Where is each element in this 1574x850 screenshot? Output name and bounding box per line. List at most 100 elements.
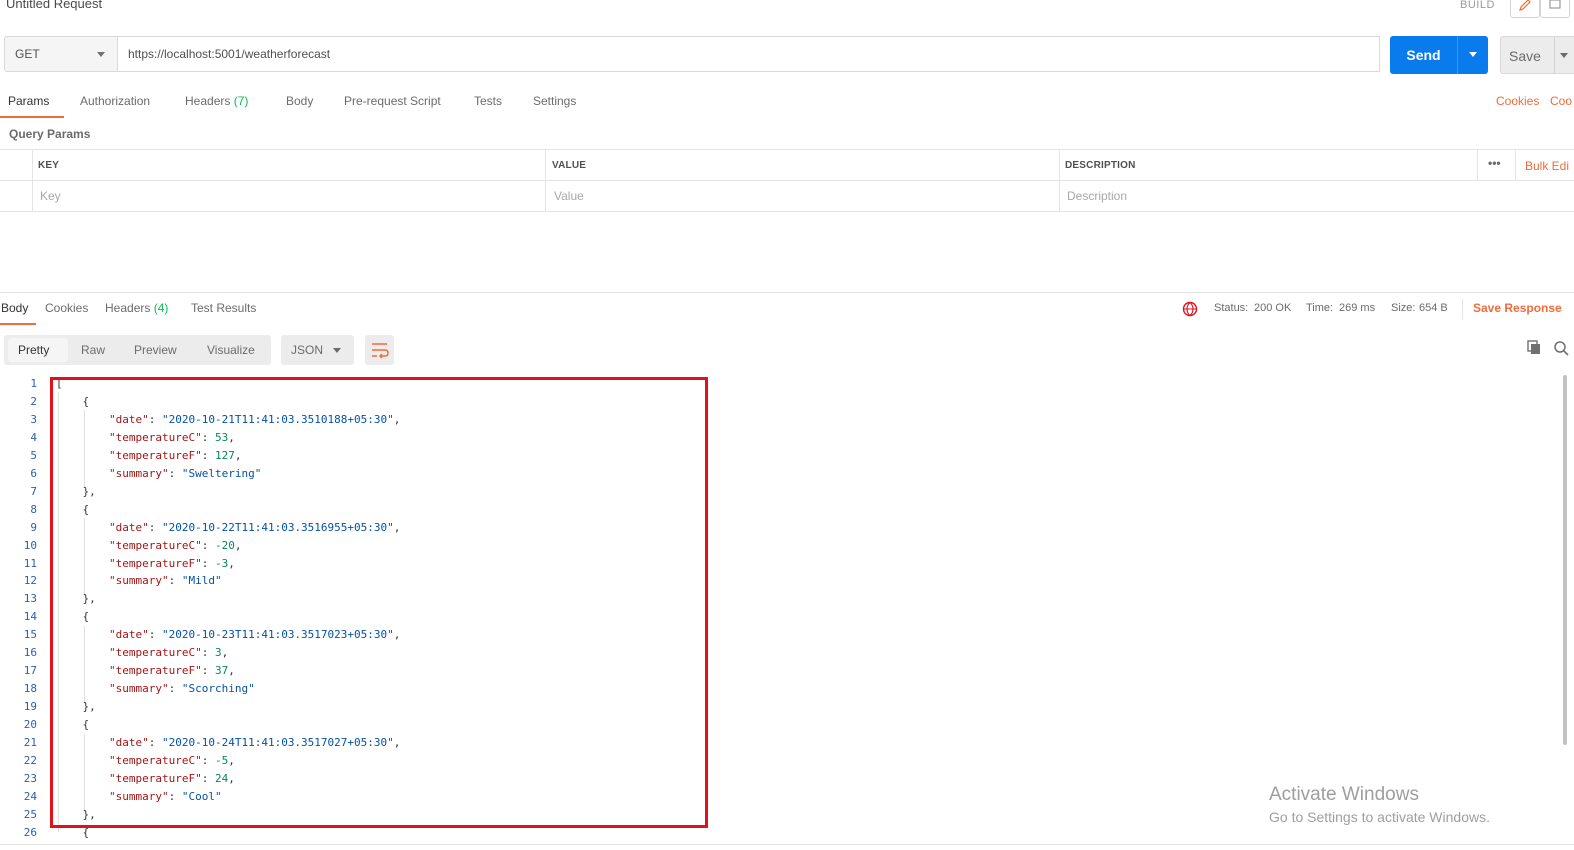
tab-test-results[interactable]: Test Results — [191, 301, 256, 315]
tab-body[interactable]: Body — [286, 94, 313, 108]
line-number: 4 — [30, 431, 37, 444]
format-select-label: JSON — [291, 343, 324, 357]
save-label: Save — [1509, 48, 1541, 64]
bulk-edit-link[interactable]: Bulk Edi — [1525, 159, 1569, 173]
method-label: GET — [15, 47, 40, 61]
query-params-label: Query Params — [9, 127, 91, 141]
tab-response-body-underline — [0, 323, 36, 325]
tab-response-headers-count: (4) — [153, 301, 169, 315]
chevron-down-icon — [97, 52, 105, 57]
scrollbar[interactable] — [1563, 375, 1567, 745]
column-description: DESCRIPTION — [1065, 160, 1136, 171]
line-number: 16 — [23, 646, 37, 659]
tab-authorization[interactable]: Authorization — [80, 94, 150, 108]
send-divider — [1457, 36, 1458, 74]
status-value[interactable]: 200 OK — [1254, 302, 1291, 314]
line-number: 10 — [23, 539, 37, 552]
line-number: 18 — [23, 682, 37, 695]
status-label: Status: — [1214, 302, 1249, 314]
wrap-lines-icon — [372, 343, 389, 359]
search-icon[interactable] — [1553, 340, 1569, 361]
line-number: 23 — [23, 772, 37, 785]
line-number: 12 — [23, 574, 37, 587]
view-mode-group: Pretty Raw Preview Visualize — [4, 335, 271, 365]
tab-params[interactable]: Params — [8, 94, 49, 108]
description-input[interactable]: Description — [1067, 189, 1127, 203]
value-input[interactable]: Value — [554, 189, 584, 203]
request-title[interactable]: Untitled Request — [6, 0, 102, 11]
url-text: https://localhost:5001/weatherforecast — [128, 47, 331, 61]
tab-response-headers-label: Headers — [105, 301, 151, 315]
line-number: 6 — [30, 467, 37, 480]
watermark-subtitle: Go to Settings to activate Windows. — [1269, 809, 1490, 825]
line-number: 2 — [30, 395, 37, 408]
save-options-chevron-icon[interactable] — [1560, 53, 1568, 58]
line-number: 24 — [23, 790, 37, 803]
line-number: 21 — [23, 736, 37, 749]
wrap-lines-button[interactable] — [365, 335, 394, 365]
line-number: 3 — [30, 413, 37, 426]
response-divider — [0, 292, 1574, 293]
tab-tests[interactable]: Tests — [474, 94, 502, 108]
raw-button[interactable]: Raw — [81, 343, 105, 357]
visualize-button[interactable]: Visualize — [207, 343, 255, 357]
table-header-border — [0, 180, 1574, 181]
tab-headers[interactable]: Headers (7) — [185, 94, 248, 108]
tab-response-cookies[interactable]: Cookies — [45, 301, 88, 315]
tab-params-underline — [0, 116, 64, 118]
line-number: 26 — [23, 826, 37, 839]
column-value: VALUE — [552, 160, 587, 171]
line-number: 9 — [30, 521, 37, 534]
line-number: 25 — [23, 808, 37, 821]
tab-headers-count: (7) — [233, 94, 249, 108]
line-number: 20 — [23, 718, 37, 731]
tab-headers-label: Headers — [185, 94, 231, 108]
highlight-annotation-box — [50, 377, 708, 828]
table-top-border — [0, 149, 1574, 150]
comments-button[interactable] — [1540, 0, 1570, 18]
build-label[interactable]: BUILD — [1460, 0, 1495, 11]
code-link[interactable]: Coo — [1550, 94, 1572, 108]
send-label: Send — [1406, 47, 1441, 63]
column-key: KEY — [38, 160, 60, 171]
save-button[interactable]: Save — [1500, 36, 1574, 74]
line-number: 8 — [30, 503, 37, 516]
line-number: 17 — [23, 664, 37, 677]
tab-prerequest-script[interactable]: Pre-request Script — [344, 94, 441, 108]
size-value[interactable]: 654 B — [1419, 302, 1448, 314]
table-bottom-border — [0, 211, 1574, 212]
url-input[interactable]: https://localhost:5001/weatherforecast — [118, 36, 1380, 72]
tab-response-body[interactable]: Body — [1, 301, 28, 315]
watermark-title: Activate Windows — [1269, 784, 1419, 805]
send-options-chevron-icon[interactable] — [1469, 52, 1477, 57]
bottom-border — [0, 844, 1574, 845]
globe-error-icon[interactable] — [1182, 301, 1198, 322]
time-value[interactable]: 269 ms — [1339, 302, 1375, 314]
cookies-link[interactable]: Cookies — [1496, 94, 1539, 108]
copy-icon[interactable] — [1526, 340, 1542, 361]
save-response-button[interactable]: Save Response — [1473, 301, 1562, 315]
send-button[interactable]: Send — [1390, 36, 1488, 74]
line-number: 19 — [23, 700, 37, 713]
line-number: 1 — [30, 377, 37, 390]
key-input[interactable]: Key — [40, 189, 61, 203]
line-number: 7 — [30, 485, 37, 498]
method-select[interactable]: GET — [4, 36, 118, 72]
table-divider — [545, 149, 546, 212]
more-options-icon[interactable]: ••• — [1488, 156, 1501, 170]
pencil-icon — [1519, 0, 1531, 11]
edit-button[interactable] — [1510, 0, 1540, 18]
pretty-button[interactable]: Pretty — [18, 343, 49, 357]
tab-settings[interactable]: Settings — [533, 94, 576, 108]
line-number: 22 — [23, 754, 37, 767]
table-divider — [1059, 149, 1060, 212]
chevron-down-icon — [333, 348, 341, 353]
line-number: 5 — [30, 449, 37, 462]
preview-button[interactable]: Preview — [134, 343, 177, 357]
format-select[interactable]: JSON — [281, 335, 354, 365]
save-divider — [1554, 37, 1555, 73]
status-divider — [1462, 299, 1463, 319]
line-number: 11 — [23, 557, 37, 570]
tab-response-headers[interactable]: Headers (4) — [105, 301, 168, 315]
comment-icon — [1549, 0, 1561, 9]
